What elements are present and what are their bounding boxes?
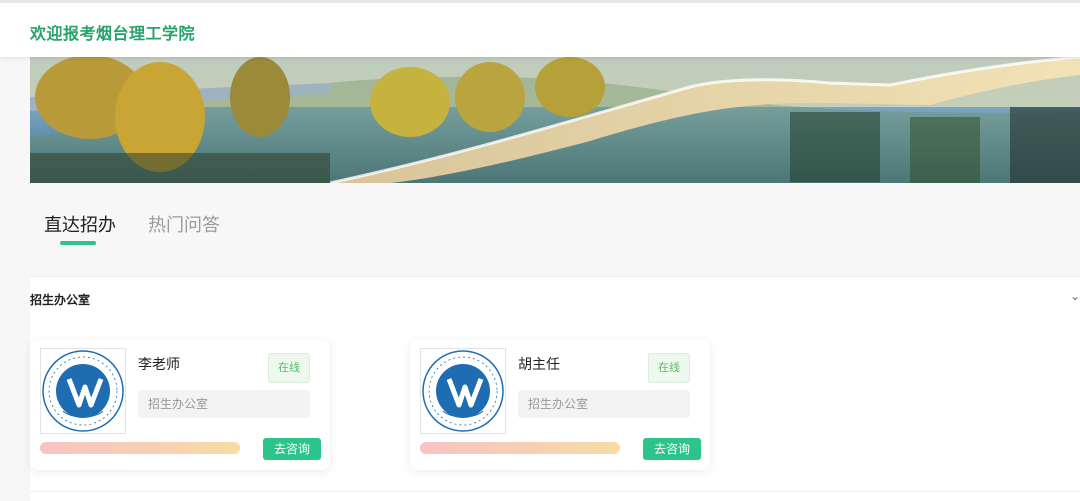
- online-status-badge: 在线: [648, 353, 690, 383]
- campus-banner-image: [30, 57, 1080, 183]
- decorative-gradient-bar: [420, 442, 620, 454]
- page-title: 欢迎报考烟台理工学院: [30, 24, 196, 43]
- top-header: 欢迎报考烟台理工学院: [0, 0, 1080, 57]
- contact-name: 李老师: [138, 357, 180, 373]
- active-tab-indicator: [60, 241, 96, 245]
- tab-bar: 直达招办 热门问答: [30, 195, 1080, 255]
- decorative-gradient-bar: [40, 442, 240, 454]
- school-logo: [40, 348, 126, 434]
- contact-card: 李老师 在线 招生办公室 去咨询: [30, 340, 330, 470]
- consult-button[interactable]: 去咨询: [643, 438, 701, 460]
- online-status-badge: 在线: [268, 353, 310, 383]
- department-tag: 招生办公室: [518, 390, 690, 418]
- admissions-office-header[interactable]: 招生办公室 ⌄: [30, 277, 1080, 317]
- chevron-down-icon[interactable]: ⌄: [1070, 289, 1080, 303]
- divider: [30, 491, 1080, 492]
- school-logo: [420, 348, 506, 434]
- contact-name: 胡主任: [518, 357, 560, 373]
- tab-direct-admissions[interactable]: 直达招办: [44, 211, 116, 237]
- contact-card: 胡主任 在线 招生办公室 去咨询: [410, 340, 710, 470]
- consult-button[interactable]: 去咨询: [263, 438, 321, 460]
- department-tag: 招生办公室: [138, 390, 310, 418]
- tab-hot-questions[interactable]: 热门问答: [148, 211, 220, 237]
- admissions-office-panel: 招生办公室 ⌄ 李老师 在线 招生办公室 去咨询 胡主任 在线 招生办公室 去咨…: [30, 276, 1080, 501]
- section-title: 招生办公室: [30, 293, 91, 307]
